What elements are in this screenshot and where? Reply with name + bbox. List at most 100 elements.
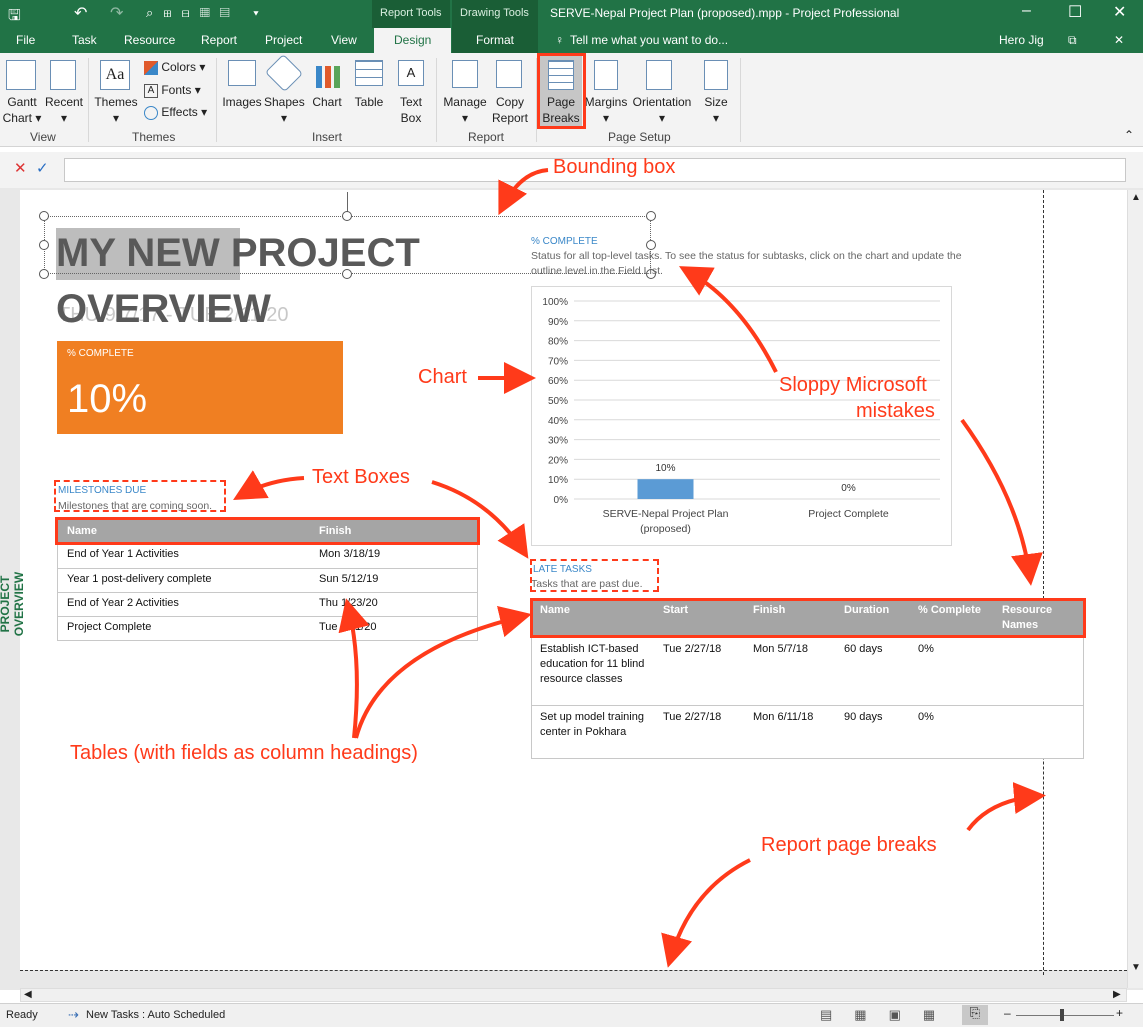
undo-icon[interactable]: ↶	[74, 3, 87, 23]
cancel-entry-icon[interactable]: ✕	[14, 159, 27, 177]
tab-file[interactable]: File	[16, 33, 35, 47]
manage-button[interactable]: Manage ▾	[442, 94, 488, 126]
manage-icon	[452, 60, 478, 88]
annotation-chart: Chart	[418, 366, 467, 388]
horizontal-scrollbar[interactable]: ◀ ▶	[20, 988, 1127, 1002]
tab-task[interactable]: Task	[72, 33, 97, 47]
quick-access-icons[interactable]: ⌕⊞⊟▦▤ ▾	[146, 5, 269, 21]
resize-handle[interactable]	[646, 211, 656, 221]
window-title: SERVE-Nepal Project Plan (proposed).mpp …	[550, 6, 900, 20]
resize-handle[interactable]	[646, 240, 656, 250]
table-cell: 0%	[918, 643, 934, 655]
zoom-slider[interactable]	[1016, 1015, 1114, 1016]
user-name[interactable]: Hero Jig	[999, 33, 1044, 47]
colors-icon	[144, 60, 158, 75]
scroll-right-icon[interactable]: ▶	[1113, 989, 1121, 1000]
colors-button[interactable]: Colors ▾	[144, 60, 205, 75]
table-cell: Sun 5/12/19	[319, 573, 379, 585]
chart-y-tick-label: 20%	[548, 455, 568, 466]
table-button[interactable]: Table	[352, 94, 386, 110]
annotation-sloppy-line1: Sloppy Microsoft	[779, 374, 927, 396]
restore-ribbon-icon[interactable]: ⧉	[1068, 33, 1077, 48]
group-report-label: Report	[468, 130, 505, 144]
close-icon[interactable]: ✕	[1113, 2, 1126, 22]
minimize-icon[interactable]: –	[1022, 2, 1031, 20]
table-cell: 90 days	[844, 711, 883, 723]
pct-complete-heading[interactable]: % COMPLETE	[531, 236, 598, 247]
chart-y-tick-label: 50%	[548, 396, 568, 407]
chart-y-tick-label: 40%	[548, 416, 568, 427]
effects-button[interactable]: Effects ▾	[144, 105, 207, 120]
tab-design[interactable]: Design	[394, 33, 431, 47]
milestones-header-annotation	[55, 517, 480, 545]
fonts-button[interactable]: A Fonts ▾	[144, 83, 201, 98]
zoom-out-icon[interactable]: –	[1004, 1006, 1011, 1020]
effects-icon	[144, 105, 158, 120]
images-icon	[228, 60, 256, 86]
tell-me-input[interactable]: Tell me what you want to do...	[570, 33, 728, 47]
late-tasks-textbox-annotation	[530, 559, 659, 592]
chart-y-tick-label: 80%	[548, 337, 568, 348]
tab-resource[interactable]: Resource	[124, 33, 175, 47]
tab-project[interactable]: Project	[265, 33, 302, 47]
tab-view[interactable]: View	[331, 33, 357, 47]
gantt-chart-button[interactable]: Gantt Chart ▾	[2, 94, 42, 126]
chart-y-tick-label: 90%	[548, 317, 568, 328]
save-icon[interactable]: 🖫	[8, 5, 21, 30]
annotation-text-boxes: Text Boxes	[312, 466, 410, 488]
table-cell: Mon 6/11/18	[753, 711, 814, 723]
zoom-in-icon[interactable]: +	[1116, 1006, 1123, 1020]
report-tools-label: Report Tools	[380, 7, 442, 19]
themes-button[interactable]: Themes ▾	[92, 94, 140, 126]
resize-handle[interactable]	[39, 240, 49, 250]
milestones-textbox-annotation	[54, 480, 226, 512]
chart-y-tick-label: 30%	[548, 436, 568, 447]
percent-complete-tile[interactable]: % COMPLETE 10%	[57, 341, 343, 434]
scroll-down-icon[interactable]: ▼	[1131, 962, 1141, 973]
zoom-slider-thumb[interactable]	[1060, 1009, 1064, 1021]
maximize-icon[interactable]: ☐	[1068, 2, 1082, 22]
resize-handle[interactable]	[342, 211, 352, 221]
scroll-up-icon[interactable]: ▲	[1131, 192, 1141, 203]
tab-report[interactable]: Report	[201, 33, 237, 47]
tab-format[interactable]: Format	[476, 33, 514, 47]
table-cell: Mon 3/18/19	[319, 548, 381, 560]
recent-button[interactable]: Recent ▾	[44, 94, 84, 126]
resize-handle[interactable]	[39, 211, 49, 221]
size-button[interactable]: Size ▾	[698, 94, 734, 126]
resize-handle[interactable]	[342, 269, 352, 279]
shapes-button[interactable]: Shapes ▾	[264, 94, 305, 126]
fonts-icon: A	[144, 83, 158, 98]
redo-icon[interactable]: ↷	[110, 3, 123, 23]
view-shortcut-icons[interactable]: ▤▦▣▦	[820, 1007, 957, 1023]
chart-bar	[637, 479, 694, 499]
scroll-left-icon[interactable]: ◀	[24, 989, 32, 1000]
resize-handle[interactable]	[39, 269, 49, 279]
close-doc-icon[interactable]: ✕	[1114, 33, 1124, 47]
confirm-entry-icon[interactable]: ✓	[36, 159, 49, 177]
recent-icon	[50, 60, 76, 90]
page-breaks-annotation-box	[537, 53, 586, 129]
copy-report-button[interactable]: Copy Report	[490, 94, 530, 126]
status-new-tasks[interactable]: New Tasks : Auto Scheduled	[86, 1009, 225, 1021]
annotation-sloppy-line2: mistakes	[856, 400, 935, 422]
new-tasks-icon: ⇢	[68, 1007, 79, 1022]
lightbulb-icon: ♀	[555, 33, 564, 47]
chart-y-tick-label: 0%	[554, 495, 569, 506]
group-themes-label: Themes	[132, 130, 176, 144]
chart-button[interactable]: Chart	[310, 94, 344, 110]
chart-data-label: 0%	[841, 483, 856, 494]
table-cell: Year 1 post-delivery complete	[67, 573, 212, 585]
text-box-button[interactable]: Text Box	[394, 94, 428, 126]
percent-complete-tile-label: % COMPLETE	[67, 348, 134, 359]
images-button[interactable]: Images	[222, 94, 262, 110]
chart-y-tick-label: 10%	[548, 475, 568, 486]
orientation-button[interactable]: Orientation ▾	[630, 94, 694, 126]
report-view-icon[interactable]: ⎘	[962, 1005, 988, 1025]
vertical-scrollbar[interactable]: ▲ ▼	[1127, 190, 1143, 988]
table-cell: Establish ICT-based education for 11 bli…	[540, 643, 645, 685]
table-cell: End of Year 2 Activities	[67, 597, 179, 609]
collapse-ribbon-icon[interactable]: ⌃	[1124, 128, 1134, 142]
pct-complete-desc-line1: Status for all top-level tasks. To see t…	[531, 250, 962, 262]
margins-button[interactable]: Margins ▾	[584, 94, 628, 126]
